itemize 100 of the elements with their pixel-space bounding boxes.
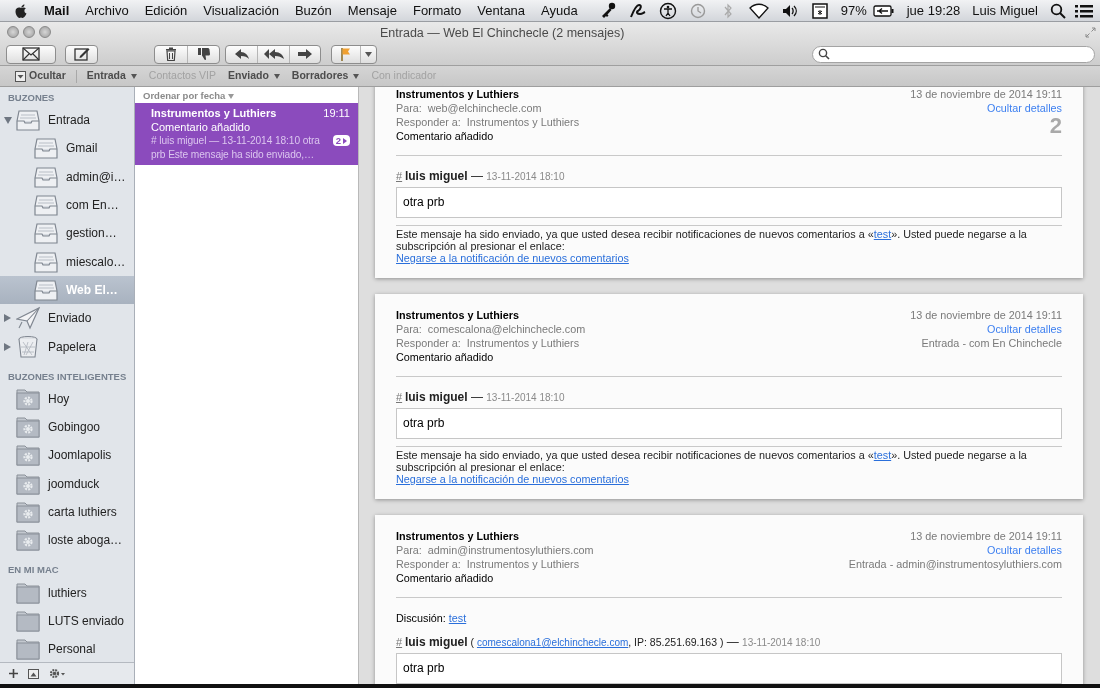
sender-name: Instrumentos y Luthiers bbox=[151, 106, 277, 120]
gear-folder-icon bbox=[16, 443, 40, 468]
menu-item[interactable]: Edición bbox=[136, 0, 196, 21]
fullscreen-icon[interactable] bbox=[1085, 26, 1096, 38]
app-menu[interactable]: Mail bbox=[36, 0, 78, 21]
recipient-line: Para: admin@instrumentosyluthiers.com bbox=[396, 543, 594, 557]
menu-item[interactable]: Mensaje bbox=[339, 0, 405, 21]
favorites-item[interactable]: Enviado bbox=[222, 68, 286, 84]
menu-item[interactable]: Buzón bbox=[286, 0, 340, 21]
hide-icon bbox=[15, 70, 26, 82]
sender-name: Instrumentos y Luthiers bbox=[396, 529, 520, 543]
discussion-line: Discusión: test bbox=[396, 611, 468, 625]
message-subject: Comentario añadido bbox=[396, 350, 495, 364]
sidebar-item[interactable]: LUTS enviado bbox=[0, 606, 134, 636]
favorites-item[interactable]: Borradores bbox=[285, 68, 366, 84]
hide-details-link[interactable]: Ocultar detalles bbox=[910, 322, 1062, 336]
section-header: EN MI MAC bbox=[7, 563, 60, 578]
image-icon[interactable] bbox=[28, 668, 39, 679]
menu-item[interactable]: Formato bbox=[404, 0, 470, 21]
comment-heading: # luis miguel — 13-11-2014 18:10 bbox=[396, 390, 566, 405]
gear-folder-icon bbox=[16, 528, 40, 553]
clock[interactable]: jue 19:28 bbox=[900, 0, 967, 21]
gear-folder-icon bbox=[16, 500, 40, 524]
sender-name: Instrumentos y Luthiers bbox=[396, 87, 520, 101]
user-name[interactable]: Luis Miguel bbox=[966, 0, 1044, 21]
battery-icon[interactable] bbox=[872, 4, 895, 17]
sidebar-item[interactable]: com En… bbox=[0, 190, 134, 220]
message-subject: Comentario añadido bbox=[396, 571, 495, 585]
gear-icon[interactable] bbox=[49, 668, 66, 679]
folder-icon bbox=[16, 608, 40, 633]
tray-icon bbox=[34, 193, 58, 218]
input-menu-icon[interactable] bbox=[810, 1, 829, 20]
message-preview: # luis miguel — 13-11-2014 18:10 otra prb Este mensaje ha sido enviado,… bbox=[151, 134, 321, 162]
accessibility-icon[interactable] bbox=[658, 1, 677, 20]
hide-details-link[interactable]: Ocultar detalles bbox=[848, 543, 1062, 557]
gear-folder-icon bbox=[16, 386, 40, 411]
scribble-icon[interactable] bbox=[628, 1, 647, 20]
tray-icon bbox=[34, 136, 58, 161]
get-mail-button[interactable] bbox=[6, 44, 56, 64]
sort-menu[interactable]: Ordenar por fecha bbox=[135, 87, 358, 103]
sidebar-item[interactable]: Gobingoo bbox=[0, 412, 134, 442]
tray-icon bbox=[34, 164, 58, 189]
sidebar-item[interactable]: Enviado bbox=[0, 304, 134, 333]
sidebar-item[interactable]: Hoy bbox=[0, 384, 134, 413]
reply-to-line: Responder a: Instrumentos y Luthiers bbox=[396, 115, 580, 129]
unsubscribe-link[interactable]: Negarse a la notificación de nuevos comentarios bbox=[396, 473, 629, 485]
trash-icon bbox=[165, 47, 177, 61]
sidebar-item[interactable]: luthiers bbox=[0, 578, 134, 607]
favorites-item[interactable]: Ocultar bbox=[9, 68, 72, 84]
message-list-item[interactable]: Instrumentos y Luthiers 19:11 Comentario añadido # luis miguel — 13-11-2014 18:10 otra prb Este mensaje ha sido enviado,… 2 bbox=[135, 103, 358, 165]
recipient-line: Para: web@elchinchecle.com bbox=[396, 101, 543, 115]
sidebar-item[interactable]: carta luthiers bbox=[0, 497, 134, 527]
menu-item[interactable]: Ayuda bbox=[533, 0, 586, 21]
favorites-item[interactable]: Entrada bbox=[80, 68, 143, 84]
message-date: 13 de noviembre de 2014 19:11 bbox=[910, 87, 1062, 101]
reply-to-line: Responder a: Instrumentos y Luthiers bbox=[396, 557, 581, 571]
message-time: 19:11 bbox=[323, 106, 350, 120]
menu-item[interactable]: Visualización bbox=[195, 0, 287, 21]
sidebar-item[interactable]: loste aboga… bbox=[0, 526, 134, 555]
sidebar-item[interactable]: Papelera bbox=[0, 332, 134, 361]
topic-link[interactable]: test bbox=[873, 228, 892, 240]
thumbs-down-icon bbox=[196, 47, 211, 61]
list-icon[interactable] bbox=[1074, 3, 1094, 18]
message-date: 13 de noviembre de 2014 19:11 bbox=[909, 529, 1062, 543]
hide-details-link[interactable]: Ocultar detalles bbox=[910, 101, 1062, 115]
menu-item[interactable]: Archivo bbox=[77, 0, 137, 21]
forward-arrow-icon bbox=[297, 48, 313, 60]
sidebar-item[interactable]: Gmail bbox=[0, 134, 134, 163]
reply-all-icon bbox=[262, 48, 285, 60]
tray-icon bbox=[34, 249, 58, 274]
gear-folder-icon bbox=[16, 415, 40, 440]
disclosure-triangle[interactable] bbox=[4, 342, 11, 351]
comment-text: otra prb bbox=[396, 187, 1062, 218]
search-field[interactable] bbox=[812, 45, 1095, 63]
comment-text: otra prb bbox=[396, 653, 1062, 684]
sidebar-item[interactable]: admin@i… bbox=[0, 162, 134, 191]
tray-icon bbox=[34, 221, 58, 246]
mailbox-name: Entrada - com En Chinchecle bbox=[920, 336, 1062, 350]
notice-text: Este mensaje ha sido enviado, ya que usted desea recibir notificaciones de nuevos comentarios a «test». Usted puede negarse a la subscripción al presionar el enlace: bbox=[396, 225, 1062, 252]
sidebar-item[interactable]: gestion… bbox=[0, 219, 134, 248]
wifi-icon[interactable] bbox=[748, 1, 769, 20]
window-title: Entrada — Web El Chinchecle (2 mensajes) bbox=[380, 26, 625, 40]
apple-logo-icon[interactable] bbox=[14, 2, 28, 19]
sidebar-item[interactable]: joomduck bbox=[0, 469, 134, 498]
unsubscribe-link[interactable]: Negarse a la notificación de nuevos comentarios bbox=[396, 252, 629, 264]
topic-link[interactable]: test bbox=[873, 449, 892, 461]
menu-item[interactable]: Ventana bbox=[469, 0, 534, 21]
sidebar-item[interactable]: Personal bbox=[0, 635, 134, 662]
thread-count-badge[interactable]: 2 bbox=[332, 135, 350, 146]
caret-icon bbox=[365, 51, 372, 57]
search-icon[interactable] bbox=[1050, 2, 1066, 19]
mailbox-name: Entrada - admin@instrumentosyluthiers.com bbox=[848, 557, 1062, 571]
add-icon[interactable] bbox=[9, 669, 18, 678]
paper-plane-icon bbox=[16, 306, 40, 331]
topic-link[interactable]: test bbox=[448, 612, 467, 624]
sidebar-item[interactable]: Joomlapolis bbox=[0, 441, 134, 470]
sidebar-item[interactable]: Entrada bbox=[0, 106, 134, 135]
notice-text: Este mensaje ha sido enviado, ya que usted desea recibir notificaciones de nuevos comentarios a «test». Usted puede negarse a la subscripción al presionar el enlace: bbox=[396, 446, 1062, 473]
compose-button[interactable] bbox=[65, 44, 98, 64]
sidebar-item[interactable]: miescalo… bbox=[0, 247, 134, 276]
